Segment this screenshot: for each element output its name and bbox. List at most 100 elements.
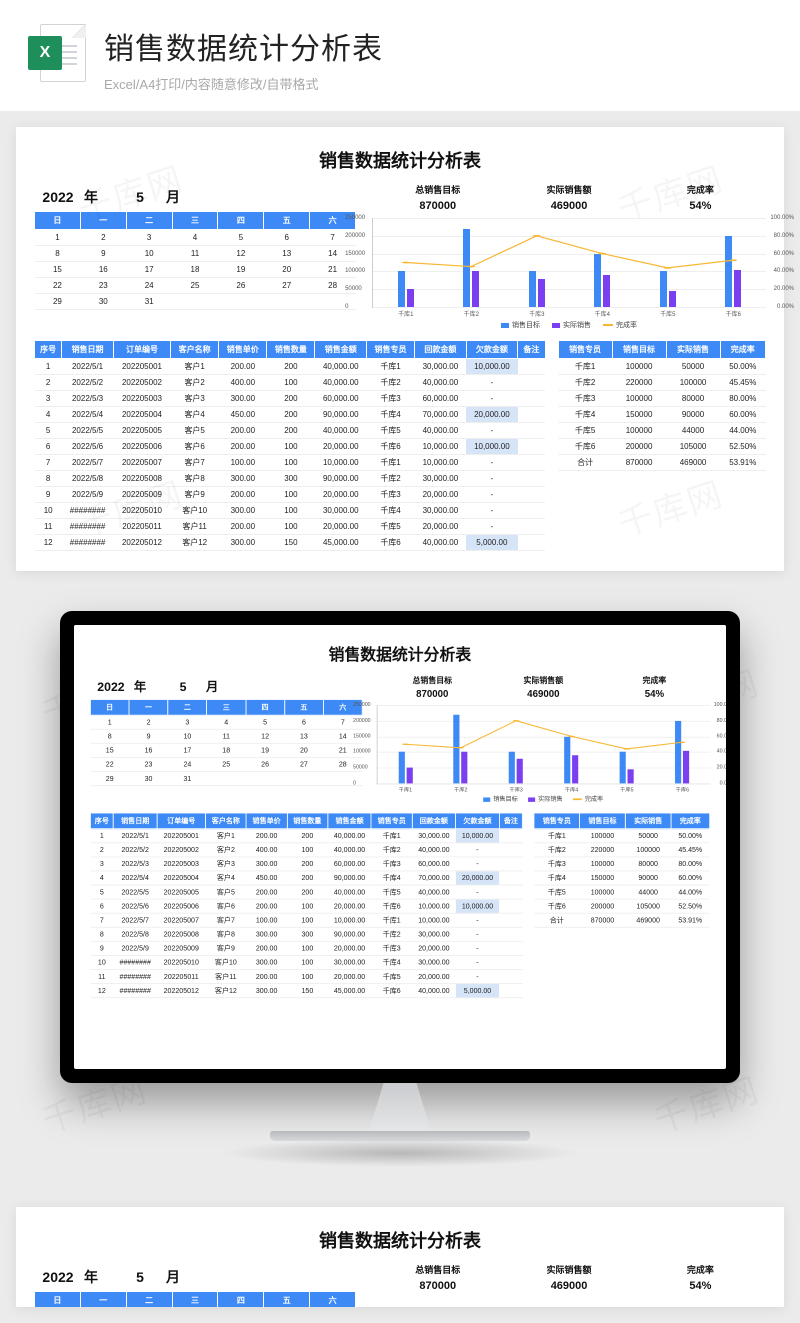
calendar-day: 19 (218, 262, 264, 278)
table-cell: 2022/5/9 (113, 941, 157, 955)
table-cell: 千库6 (371, 984, 412, 998)
calendar-day (284, 772, 323, 786)
table-cell: 100 (287, 955, 328, 969)
table-cell: 100 (267, 439, 315, 455)
table-cell: 30,000.00 (412, 927, 456, 941)
table-cell: 2022/5/6 (62, 439, 114, 455)
table-cell: 202205011 (157, 970, 206, 984)
table-cell: 10,000.00 (466, 359, 518, 375)
kpi: 完成率54% (635, 183, 766, 212)
table-cell: 40,000.00 (415, 535, 467, 551)
summary-table: 销售专员销售目标实际销售完成率 千库11000005000050.00%千库22… (533, 812, 709, 927)
table-cell: 40,000.00 (412, 885, 456, 899)
calendar-day (246, 772, 285, 786)
table-row: 42022/5/4202205004客户4450.0020090,000.00千… (90, 871, 522, 885)
table-cell (499, 899, 522, 913)
table-cell: 客户4 (206, 871, 247, 885)
table-cell: 200 (287, 885, 328, 899)
table-cell: 千库3 (371, 941, 412, 955)
table-cell: 客户6 (206, 899, 247, 913)
table-cell: 5,000.00 (466, 535, 518, 551)
table-header: 实际销售 (625, 813, 671, 829)
year-label: 年 (84, 1267, 114, 1287)
calendar-day: 30 (129, 772, 168, 786)
table-cell: 80000 (666, 391, 720, 407)
table-cell: 2022/5/1 (113, 829, 157, 843)
table-cell: 202205007 (157, 913, 206, 927)
calendar-header: 一 (129, 699, 168, 715)
table-cell: 千库1 (366, 455, 414, 471)
table-cell: 千库4 (366, 503, 414, 519)
calendar-day (323, 772, 362, 786)
table-cell: 20,000.00 (315, 439, 367, 455)
calendar-day: 29 (35, 294, 81, 310)
table-cell: 45.45% (720, 375, 765, 391)
table-cell: 80.00% (671, 857, 710, 871)
table-cell: 10,000.00 (456, 899, 500, 913)
table-cell: 2022/5/7 (62, 455, 114, 471)
table-row: 合计87000046900053.91% (534, 913, 710, 927)
table-header: 销售日期 (62, 341, 114, 359)
table-header: 销售专员 (558, 341, 612, 359)
table-cell: 千库5 (366, 423, 414, 439)
table-cell: - (456, 843, 500, 857)
table-cell: 100000 (580, 857, 626, 871)
table-cell: - (456, 941, 500, 955)
table-header: 实际销售 (666, 341, 720, 359)
table-cell: 2022/5/8 (62, 471, 114, 487)
table-cell: 千库5 (371, 970, 412, 984)
table-cell: 客户4 (171, 407, 219, 423)
table-cell: 7 (90, 913, 113, 927)
calendar-header: 一 (80, 212, 126, 230)
table-cell: 10,000.00 (412, 913, 456, 927)
calendar-day: 11 (207, 729, 246, 743)
calendar-header: 五 (264, 1292, 310, 1308)
table-cell: 200 (267, 423, 315, 439)
table-cell: 客户10 (171, 503, 219, 519)
table-cell: 300 (287, 927, 328, 941)
table-cell: 300.00 (219, 503, 267, 519)
table-header: 完成率 (671, 813, 710, 829)
calendar-day: 24 (126, 278, 172, 294)
calendar-day: 10 (168, 729, 207, 743)
table-cell: 469000 (666, 455, 720, 471)
year-value: 2022 (36, 1269, 80, 1285)
table-cell: 千库2 (366, 375, 414, 391)
table-cell: 202205010 (113, 503, 170, 519)
kpi: 总销售目标870000 (377, 674, 488, 700)
table-cell: 千库6 (534, 899, 580, 913)
table-header: 完成率 (720, 341, 765, 359)
table-row: 10########202205010客户10300.0010030,000.0… (35, 503, 546, 519)
legend-item: 完成率 (603, 320, 637, 330)
table-cell: - (466, 423, 518, 439)
table-cell: - (466, 503, 518, 519)
table-cell: 10,000.00 (415, 455, 467, 471)
table-cell: 202205002 (113, 375, 170, 391)
calendar-day: 8 (35, 246, 81, 262)
table-cell: 12 (90, 984, 113, 998)
kpi: 实际销售额469000 (503, 183, 634, 212)
kpi-value: 469000 (503, 200, 634, 212)
table-cell: 20,000.00 (412, 941, 456, 955)
table-cell: 客户7 (206, 913, 247, 927)
calendar-day: 25 (207, 757, 246, 771)
kpi-label: 总销售目标 (377, 674, 488, 685)
table-row: 千库51000004400044.00% (558, 423, 765, 439)
calendar-day: 2 (80, 230, 126, 246)
table-cell: 300.00 (219, 471, 267, 487)
calendar-header: 日 (35, 212, 81, 230)
table-cell: 9 (35, 487, 62, 503)
table-row: 22022/5/2202205002客户2400.0010040,000.00千… (35, 375, 546, 391)
kpi-label: 完成率 (635, 183, 766, 196)
table-cell: 200.00 (219, 519, 267, 535)
table-cell: 202205012 (113, 535, 170, 551)
table-row: 千库620000010500052.50% (558, 439, 765, 455)
doc-title: 销售数据统计分析表 (34, 1221, 766, 1263)
calendar-table: 日一二三四五六 (34, 1291, 356, 1307)
table-cell: 100 (267, 519, 315, 535)
table-header: 销售单价 (219, 341, 267, 359)
kpi-label: 总销售目标 (372, 183, 503, 196)
table-cell: 千库5 (558, 423, 612, 439)
table-cell: 100 (287, 970, 328, 984)
table-cell: 千库2 (366, 471, 414, 487)
